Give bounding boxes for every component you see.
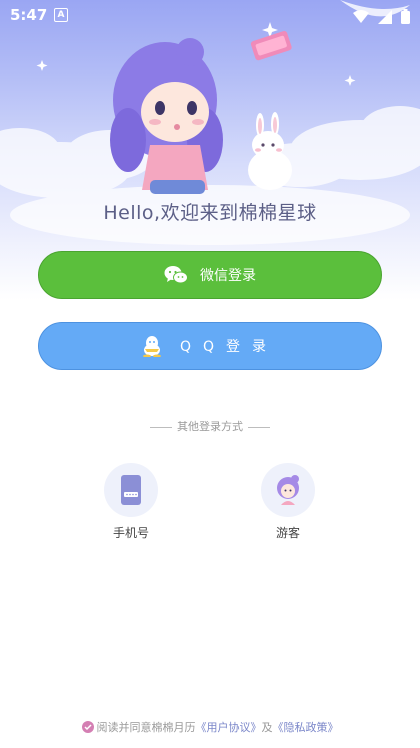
divider-line-right — [248, 426, 270, 428]
qq-login-label: QQ登录 — [179, 339, 279, 355]
welcome-greeting: Hello,欢迎来到棉棉星球 — [103, 202, 317, 224]
phone-login-circle[interactable] — [104, 463, 158, 517]
phone-login-label: 手机号 — [112, 526, 149, 540]
wechat-icon — [164, 265, 188, 285]
other-login-label: 其他登录方式 — [177, 420, 243, 433]
check-icon — [83, 724, 92, 731]
qq-penguin-icon — [142, 335, 162, 357]
status-icons — [349, 7, 410, 25]
notification-icon: A — [54, 8, 68, 22]
guest-login-label: 游客 — [275, 526, 300, 540]
status-time: 5:47 — [10, 6, 48, 24]
agreement-text: 阅读并同意棉棉月历 — [96, 721, 196, 734]
privacy-policy-link[interactable]: 《隐私政策》 — [273, 721, 339, 734]
agreement-checkbox[interactable] — [81, 721, 94, 733]
user-agreement-link[interactable]: 《用户协议》 — [196, 721, 262, 734]
other-login-divider: 其他登录方式 — [0, 418, 420, 434]
wifi-icon — [353, 9, 370, 23]
guest-login-circle[interactable] — [261, 463, 315, 517]
qq-login-button[interactable]: QQ登录 — [38, 322, 382, 370]
guest-login-option[interactable]: 游客 — [258, 463, 318, 541]
guest-avatar-icon — [277, 475, 299, 505]
status-bar: 5:47 A — [0, 0, 420, 30]
wechat-login-button[interactable]: 微信登录 — [38, 251, 382, 299]
battery-icon — [401, 9, 410, 24]
agreement-row: 阅读并同意棉棉月历《用户协议》及《隐私政策》 — [0, 719, 420, 735]
phone-icon — [121, 475, 141, 505]
signal-icon — [378, 9, 393, 24]
divider-line-left — [150, 426, 172, 428]
phone-login-option[interactable]: 手机号 — [101, 463, 161, 541]
wechat-login-label: 微信登录 — [200, 268, 256, 284]
agreement-conj: 及 — [261, 721, 273, 734]
